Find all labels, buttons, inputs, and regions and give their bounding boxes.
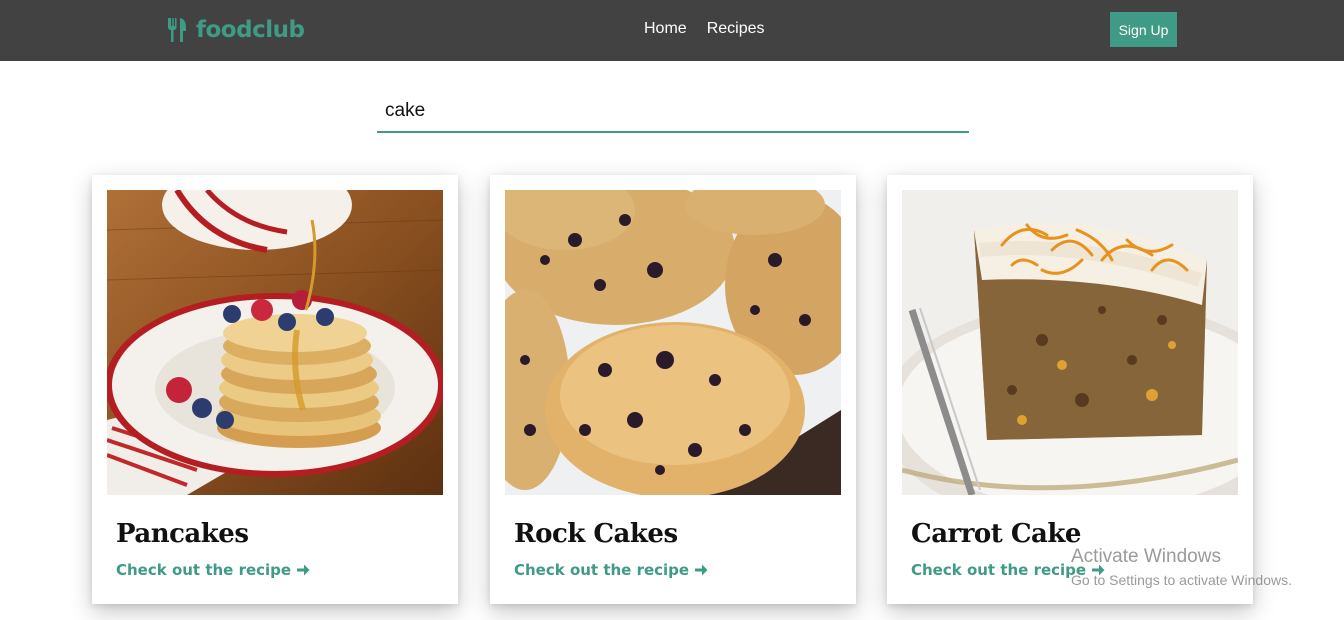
- arrow-right-icon: [297, 564, 310, 576]
- main-nav: Home Recipes: [644, 20, 765, 38]
- recipe-image-rock-cakes[interactable]: [505, 190, 841, 495]
- search-input[interactable]: [377, 93, 969, 129]
- recipe-image-carrot-cake[interactable]: [902, 190, 1238, 495]
- recipe-card-carrot-cake: Carrot Cake Check out the recipe: [887, 175, 1253, 604]
- top-navbar: foodclub Home Recipes Sign Up: [0, 0, 1344, 61]
- recipe-link-pancakes[interactable]: Check out the recipe: [116, 561, 310, 579]
- nav-link-home[interactable]: Home: [644, 20, 687, 38]
- arrow-right-icon: [695, 564, 708, 576]
- fork-spoon-icon: [168, 18, 186, 42]
- windows-activation-watermark: Activate Windows Go to Settings to activ…: [1071, 546, 1292, 588]
- nav-link-recipes[interactable]: Recipes: [707, 20, 765, 38]
- recipe-link-label: Check out the recipe: [514, 561, 690, 579]
- sign-up-button[interactable]: Sign Up: [1110, 12, 1177, 47]
- recipe-link-label: Check out the recipe: [911, 561, 1087, 579]
- watermark-title: Activate Windows: [1071, 546, 1221, 567]
- recipe-title: Rock Cakes: [514, 519, 678, 549]
- recipe-title: Carrot Cake: [911, 519, 1081, 549]
- recipe-image-pancakes[interactable]: [107, 190, 443, 495]
- recipe-title: Pancakes: [116, 519, 249, 549]
- pancakes-photo: [107, 190, 443, 495]
- recipe-link-label: Check out the recipe: [116, 561, 292, 579]
- logo-link[interactable]: foodclub: [166, 15, 305, 45]
- watermark-subtitle: Go to Settings to activate Windows.: [1071, 572, 1292, 588]
- logo-text: foodclub: [196, 17, 305, 43]
- recipe-card-pancakes: Pancakes Check out the recipe: [92, 175, 458, 604]
- recipe-card-rock-cakes: Rock Cakes Check out the recipe: [490, 175, 856, 604]
- carrot-cake-photo: [902, 190, 1238, 495]
- recipe-link-rock-cakes[interactable]: Check out the recipe: [514, 561, 708, 579]
- search-bar: [377, 93, 969, 133]
- rock-cakes-photo: [505, 190, 841, 495]
